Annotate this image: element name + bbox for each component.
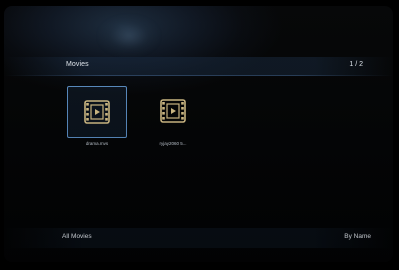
app-frame: Movies 1 / 2 drama.mvs ryjay2060 5... Al… <box>4 6 393 262</box>
film-icon <box>84 100 110 124</box>
page-indicator: 1 / 2 <box>349 61 363 68</box>
media-item-label: drama.mvs <box>85 141 109 146</box>
sort-label[interactable]: By Name <box>344 233 371 240</box>
page-title: Movies <box>66 61 89 68</box>
media-browser-screen: Movies 1 / 2 drama.mvs ryjay2060 5... Al… <box>0 0 399 270</box>
header-divider <box>4 75 393 76</box>
media-item-tile[interactable] <box>67 86 127 138</box>
filter-label[interactable]: All Movies <box>62 233 92 240</box>
media-item-label: ryjay2060 5... <box>159 141 187 146</box>
header-bar <box>4 57 393 75</box>
background-glow <box>99 16 159 56</box>
film-icon <box>160 99 186 123</box>
media-item-tile[interactable] <box>143 86 203 138</box>
